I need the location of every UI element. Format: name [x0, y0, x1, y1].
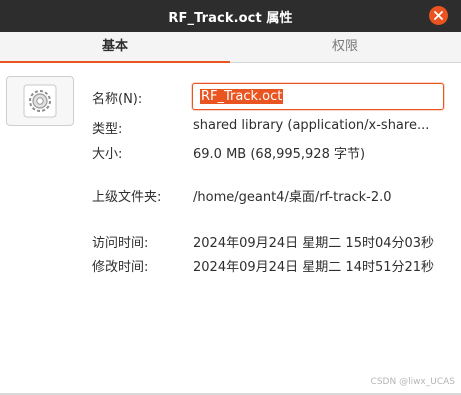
type-value: shared library (application/x-share... [193, 118, 430, 133]
title-bar[interactable]: RF_Track.oct 属性 [0, 0, 461, 32]
close-icon [434, 11, 443, 20]
modified-time-value: 2024年09月24日 星期二 14时51分21秒 [193, 260, 435, 275]
window-title: RF_Track.oct 属性 [168, 11, 293, 26]
name-field-selected-text: RF_Track.oct [200, 89, 284, 104]
type-label: 类型: [92, 122, 123, 137]
shared-library-gear-icon [23, 84, 57, 118]
watermark: CSDN @liwx_UCAS [370, 377, 455, 387]
tab-permissions[interactable]: 权限 [230, 32, 460, 62]
tab-basic[interactable]: 基本 [0, 32, 230, 63]
tab-permissions-label: 权限 [331, 39, 358, 54]
file-icon-button[interactable] [6, 76, 74, 126]
close-button[interactable] [429, 6, 448, 25]
accessed-time-label: 访问时间: [92, 236, 149, 251]
name-label: 名称(N): [92, 92, 143, 107]
tab-bar: 基本 权限 [0, 32, 461, 63]
active-tab-indicator [0, 61, 230, 63]
tab-basic-label: 基本 [101, 39, 128, 54]
parent-folder-value[interactable]: /home/geant4/桌面/rf-track-2.0 [193, 186, 392, 205]
modified-time-label: 修改时间: [92, 260, 149, 275]
accessed-time-value: 2024年09月24日 星期二 15时04分03秒 [193, 236, 435, 251]
size-label: 大小: [92, 147, 123, 162]
parent-folder-label: 上级文件夹: [92, 190, 162, 205]
name-field[interactable]: RF_Track.oct [192, 83, 444, 110]
size-value: 69.0 MB (68,995,928 字节) [193, 147, 366, 162]
